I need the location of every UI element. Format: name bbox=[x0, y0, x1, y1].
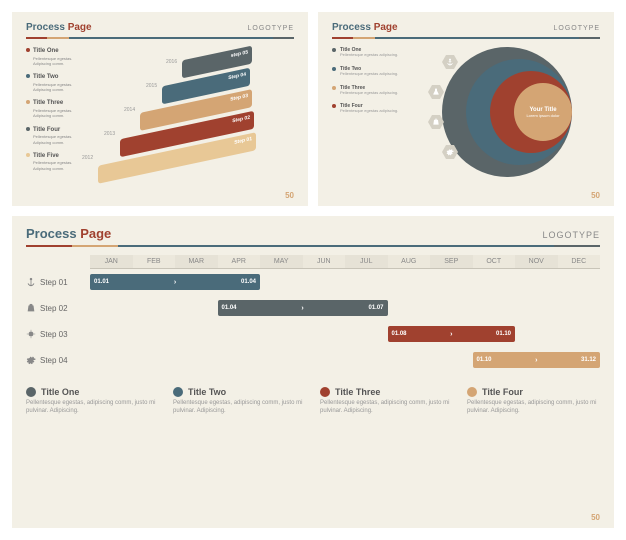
month-col: NOV bbox=[515, 255, 558, 268]
month-col: JUN bbox=[303, 255, 346, 268]
gantt-row: Step 03 01.08›01.10 bbox=[26, 321, 600, 347]
slide-title: Process Page bbox=[332, 22, 398, 33]
slide2-legend: Title OnePellentesque egestas adipiscing… bbox=[332, 47, 402, 187]
slide-2: Process Page LOGOTYPE Title OnePellentes… bbox=[318, 12, 614, 206]
logotype: LOGOTYPE bbox=[553, 25, 600, 32]
gantt-bar: 01.10›31.12 bbox=[473, 352, 601, 368]
step-icon bbox=[26, 277, 36, 287]
gantt-row: Step 02 01.04›01.07 bbox=[26, 295, 600, 321]
month-col: SEP bbox=[430, 255, 473, 268]
center-sub: Lorem ipsum dolor bbox=[526, 113, 559, 118]
month-col: FEB bbox=[133, 255, 176, 268]
legend-item: Title TwoPellentesque egestas. Adipiscin… bbox=[26, 73, 84, 92]
page-number: 50 bbox=[285, 191, 294, 200]
month-col: JUL bbox=[345, 255, 388, 268]
slide1-bars: step 052016Step 042015Step 032014Step 02… bbox=[92, 47, 294, 187]
legend-item: Title FourPellentesque egestas. Adipisci… bbox=[26, 126, 84, 145]
anchor-icon bbox=[442, 55, 458, 69]
slide1-legend: Title OnePellentesque egestas. Adipiscin… bbox=[26, 47, 84, 187]
legend-item: Title OnePellentesque egestas adipiscing… bbox=[332, 47, 402, 58]
month-col: AUG bbox=[388, 255, 431, 268]
gantt-row: Step 01 01.01›01.04 bbox=[26, 269, 600, 295]
legend-item: Title FivePellentesque egestas. Adipisci… bbox=[26, 152, 84, 171]
legend-item: Title ThreePellentesque egestas, adipisc… bbox=[320, 387, 453, 416]
legend-item: Title FourPellentesque egestas, adipisci… bbox=[467, 387, 600, 416]
gantt-bar: 01.04›01.07 bbox=[218, 300, 388, 316]
step-icon bbox=[26, 329, 36, 339]
month-col: MAY bbox=[260, 255, 303, 268]
legend-item: Title ThreePellentesque egestas adipisci… bbox=[332, 85, 402, 96]
legend-item: Title TwoPellentesque egestas, adipiscin… bbox=[173, 387, 306, 416]
step-icon bbox=[26, 303, 36, 313]
flask-icon bbox=[428, 85, 444, 99]
concentric-circles: Your Title Lorem ipsum dolor bbox=[412, 47, 572, 187]
gantt-row: Step 04 01.10›31.12 bbox=[26, 347, 600, 373]
gantt-rows: Step 01 01.01›01.04 Step 02 01.04›01.07 … bbox=[26, 269, 600, 373]
slide-1: Process Page LOGOTYPE Title OnePellentes… bbox=[12, 12, 308, 206]
step-icon bbox=[26, 355, 36, 365]
gantt-bar: 01.01›01.04 bbox=[90, 274, 260, 290]
slide-title: Process Page bbox=[26, 22, 92, 33]
month-col: DEC bbox=[558, 255, 601, 268]
gantt-months: JANFEBMARAPRMAYJUNJULAUGSEPOCTNOVDEC bbox=[90, 255, 600, 269]
legend: Title OnePellentesque egestas, adipiscin… bbox=[26, 387, 600, 416]
month-col: MAR bbox=[175, 255, 218, 268]
logotype: LOGOTYPE bbox=[247, 25, 294, 32]
legend-item: Title TwoPellentesque egestas adipiscing… bbox=[332, 66, 402, 77]
legend-item: Title ThreePellentesque egestas. Adipisc… bbox=[26, 99, 84, 118]
month-col: APR bbox=[218, 255, 261, 268]
slide-3-gantt: Process Page LOGOTYPE JANFEBMARAPRMAYJUN… bbox=[12, 216, 614, 528]
legend-item: Title FourPellentesque egestas adipiscin… bbox=[332, 103, 402, 114]
month-col: OCT bbox=[473, 255, 516, 268]
page-number: 50 bbox=[591, 513, 600, 522]
gantt-bar: 01.08›01.10 bbox=[388, 326, 516, 342]
legend-item: Title OnePellentesque egestas, adipiscin… bbox=[26, 387, 159, 416]
page-number: 50 bbox=[591, 191, 600, 200]
legend-item: Title OnePellentesque egestas. Adipiscin… bbox=[26, 47, 84, 66]
month-col: JAN bbox=[90, 255, 133, 268]
logotype: LOGOTYPE bbox=[542, 230, 600, 240]
slide-title: Process Page bbox=[26, 226, 111, 241]
